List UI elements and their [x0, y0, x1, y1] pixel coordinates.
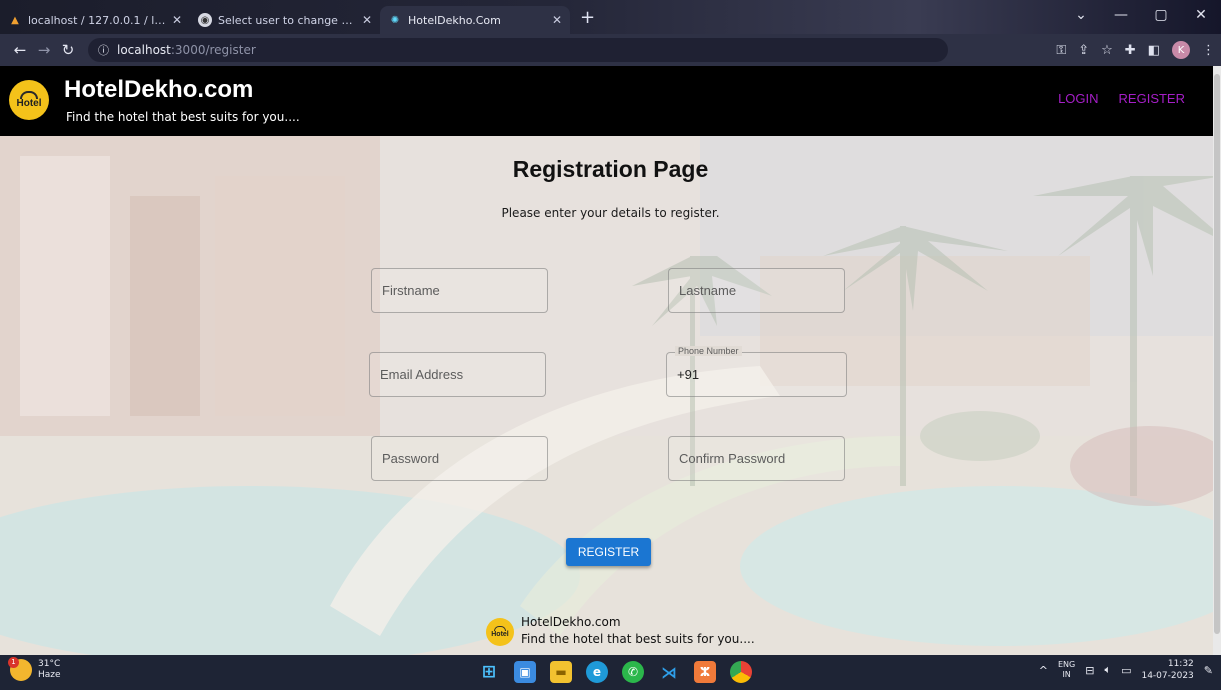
react-icon: ✺	[390, 14, 400, 26]
system-tray: ^ ENG IN ⊟ 🔈︎ ▭ 11:32 14-07-2023 ✎	[1039, 658, 1213, 682]
page-viewport: Hotel HotelDekho.com Find the hotel that…	[0, 66, 1213, 655]
chevron-up-icon[interactable]: ^	[1039, 664, 1048, 677]
firstname-field	[371, 268, 548, 313]
register-link[interactable]: REGISTER	[1119, 91, 1185, 106]
tab-title: HotelDekho.Com	[408, 13, 501, 27]
header-nav: LOGIN REGISTER	[1058, 91, 1185, 106]
hotel-logo-icon[interactable]: Hotel	[9, 80, 49, 120]
more-menu-icon[interactable]: ⋮	[1202, 43, 1215, 58]
notification-icon[interactable]: ✎	[1204, 664, 1213, 677]
lastname-input[interactable]	[669, 269, 844, 312]
browser-tab-django[interactable]: ◉ Select user to change | Django s ✕	[190, 6, 380, 34]
restore-icon[interactable]: ▢	[1141, 7, 1181, 23]
battery-icon[interactable]: ▭	[1121, 664, 1131, 677]
profile-avatar-icon[interactable]: K	[1172, 41, 1190, 59]
weather-temperature: 31°C	[38, 659, 61, 669]
volume-icon[interactable]: 🔈︎	[1104, 663, 1111, 677]
firstname-input[interactable]	[372, 269, 547, 312]
browser-toolbar: ← → ↻ ⓘ localhost:3000/register ⚿ ⇪ ☆ ✚ …	[0, 34, 1221, 66]
xampp-icon[interactable]: ⵣ	[694, 661, 716, 683]
page-subtitle: Please enter your details to register.	[501, 206, 720, 220]
back-icon[interactable]: ←	[8, 41, 32, 59]
footer-site-name: HotelDekho.com	[521, 615, 621, 629]
new-tab-icon[interactable]: +	[570, 7, 605, 34]
footer-logo-icon: Hotel	[486, 618, 514, 646]
weather-widget[interactable]: 1 31°C Haze	[8, 657, 61, 681]
side-panel-icon[interactable]: ◧	[1148, 43, 1160, 58]
phone-input[interactable]	[667, 353, 846, 396]
browser-tab-hoteldekho[interactable]: ✺ HotelDekho.Com ✕	[380, 6, 570, 34]
email-field	[369, 352, 546, 397]
globe-icon: ◉	[198, 13, 212, 27]
address-bar[interactable]: ⓘ localhost:3000/register	[88, 38, 948, 62]
register-button[interactable]: REGISTER	[566, 538, 651, 566]
password-field	[371, 436, 548, 481]
weather-sun-icon: 1	[8, 657, 32, 681]
info-icon[interactable]: ⓘ	[98, 42, 109, 58]
close-icon[interactable]: ✕	[362, 13, 372, 27]
site-header: Hotel HotelDekho.com Find the hotel that…	[0, 66, 1213, 136]
store-icon[interactable]: ▣	[514, 661, 536, 683]
weather-description: Haze	[38, 670, 61, 680]
page-title: Registration Page	[512, 156, 709, 182]
network-icon[interactable]: ⊟	[1085, 664, 1094, 677]
chrome-icon[interactable]	[730, 661, 752, 683]
language-indicator[interactable]: ENG IN	[1058, 660, 1075, 680]
login-link[interactable]: LOGIN	[1058, 91, 1098, 106]
key-icon[interactable]: ⚿	[1056, 43, 1066, 58]
share-icon[interactable]: ⇪	[1078, 43, 1089, 58]
lastname-field	[668, 268, 845, 313]
tab-title: Select user to change | Django s	[218, 13, 356, 27]
minimize-icon[interactable]: —	[1101, 7, 1141, 23]
reload-icon[interactable]: ↻	[56, 41, 80, 59]
vscode-icon[interactable]: ⋊	[658, 661, 680, 683]
phpmyadmin-icon: ▲	[11, 14, 19, 26]
edge-icon[interactable]: e	[586, 661, 608, 683]
browser-tab-bar: ▲ localhost / 127.0.0.1 / login / acc ✕ …	[0, 0, 1221, 34]
password-input[interactable]	[372, 437, 547, 480]
tab-search-icon[interactable]: ⌄	[1061, 7, 1101, 23]
taskbar-apps: ⊞ ▣ ▬ e ✆ ⋊ ⵣ	[478, 661, 752, 683]
window-controls: ⌄ — ▢ ✕	[1061, 0, 1221, 30]
confirm-password-field	[668, 436, 845, 481]
star-icon[interactable]: ☆	[1101, 43, 1113, 58]
clock[interactable]: 11:32 14-07-2023	[1141, 658, 1193, 682]
phone-field: Phone Number	[666, 346, 847, 397]
close-window-icon[interactable]: ✕	[1181, 7, 1221, 23]
windows-start-icon[interactable]: ⊞	[478, 661, 500, 683]
confirm-password-input[interactable]	[669, 437, 844, 480]
toolbar-actions: ⚿ ⇪ ☆ ✚ ◧ K ⋮	[1056, 34, 1215, 66]
forward-icon[interactable]: →	[32, 41, 56, 59]
scrollbar-thumb[interactable]	[1214, 74, 1220, 634]
browser-tab-phpmyadmin[interactable]: ▲ localhost / 127.0.0.1 / login / acc ✕	[0, 6, 190, 34]
close-icon[interactable]: ✕	[172, 13, 182, 27]
url-text: localhost:3000/register	[117, 43, 256, 57]
page-scrollbar[interactable]	[1213, 66, 1221, 655]
close-icon[interactable]: ✕	[552, 13, 562, 27]
site-title[interactable]: HotelDekho.com	[64, 76, 253, 104]
email-input[interactable]	[370, 353, 545, 396]
footer-tagline: Find the hotel that best suits for you..…	[521, 632, 755, 646]
site-tagline: Find the hotel that best suits for you..…	[66, 110, 300, 124]
extensions-icon[interactable]: ✚	[1125, 43, 1136, 58]
whatsapp-icon[interactable]: ✆	[622, 661, 644, 683]
file-explorer-icon[interactable]: ▬	[550, 661, 572, 683]
notification-badge: 1	[8, 657, 19, 668]
windows-taskbar: 1 31°C Haze ⊞ ▣ ▬ e ✆ ⋊ ⵣ ^ ENG IN ⊟ 🔈︎ …	[0, 655, 1221, 690]
tab-title: localhost / 127.0.0.1 / login / acc	[28, 13, 166, 27]
